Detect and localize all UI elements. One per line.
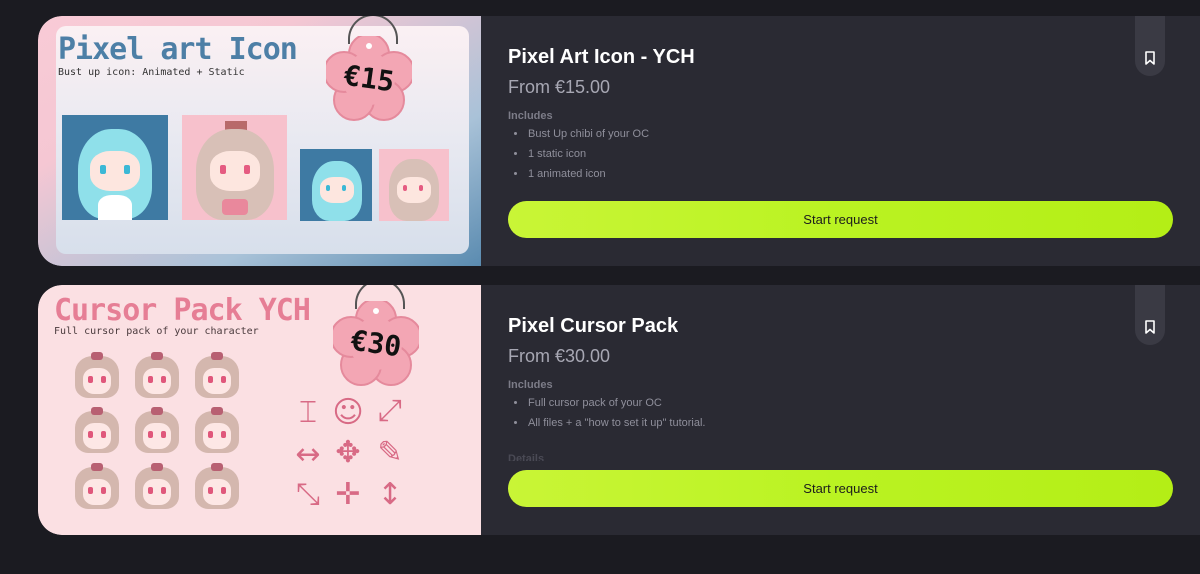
bookmark-icon [1145,320,1155,334]
blue-chibi-large [62,115,168,220]
thumbnail-subtitle: Bust up icon: Animated + Static [58,67,245,78]
cursor-chibi [133,352,181,400]
list-item: Bust Up chibi of your OC [513,126,649,146]
includes-label: Includes [508,110,553,122]
chibi-cursor-icon: ☺ [332,395,364,430]
crosshair-icon: ✛ [335,477,361,512]
bookmark-button[interactable] [1135,285,1165,345]
price-tag: €15 [326,16,412,122]
bookmark-button[interactable] [1135,16,1165,76]
pink-chibi-small [379,149,449,221]
includes-list: Bust Up chibi of your OC 1 static icon 1… [513,126,649,186]
cursor-chibi [193,407,241,455]
cursor-chibi [73,407,121,455]
includes-label: Includes [508,379,553,391]
move-cursor-icon: ✥ [335,435,361,470]
bookmark-icon [1145,51,1155,65]
list-item: 1 static icon [513,146,649,166]
start-request-button[interactable]: Start request [508,470,1173,507]
list-item: 1 animated icon [513,166,649,186]
thumbnail-subtitle: Full cursor pack of your character [54,326,259,337]
cursor-chibi [193,352,241,400]
diagonal-resize-alt-icon: ⤡ [296,477,320,512]
text-cursor-icon: ⌶ [299,395,317,430]
cursor-chibi [193,463,241,511]
cursor-chibi [133,463,181,511]
includes-list: Full cursor pack of your OC All files + … [513,395,705,435]
diagonal-resize-icon: ⤢ [378,393,402,428]
listing-price: From €30.00 [508,346,611,366]
listing-title[interactable]: Pixel Art Icon - YCH [508,46,695,69]
cursor-chibi [133,407,181,455]
listing-price: From €15.00 [508,77,611,97]
pencil-icon: ✎ [377,435,403,470]
list-item: All files + a "how to set it up" tutoria… [513,415,705,435]
listing-card[interactable]: Cursor Pack YCH Full cursor pack of your… [38,285,1200,535]
listing-thumbnail[interactable]: Cursor Pack YCH Full cursor pack of your… [38,285,481,535]
thumbnail-title: Pixel art Icon [58,32,298,67]
cursor-chibi [73,463,121,511]
list-item: Full cursor pack of your OC [513,395,705,415]
blue-chibi-small [300,149,372,221]
cursor-chibi [73,352,121,400]
horizontal-resize-icon: ↔ [295,437,321,472]
vertical-resize-icon: ↕ [377,477,403,512]
pink-chibi-large [182,115,287,220]
start-request-button[interactable]: Start request [508,201,1173,238]
price-tag: €30 [333,285,419,387]
listing-title[interactable]: Pixel Cursor Pack [508,315,678,338]
thumbnail-title: Cursor Pack YCH [54,293,311,328]
listing-thumbnail[interactable]: Pixel art Icon Bust up icon: Animated + … [38,16,481,266]
listing-card[interactable]: Pixel art Icon Bust up icon: Animated + … [38,16,1200,266]
details-label: Details [508,453,545,461]
